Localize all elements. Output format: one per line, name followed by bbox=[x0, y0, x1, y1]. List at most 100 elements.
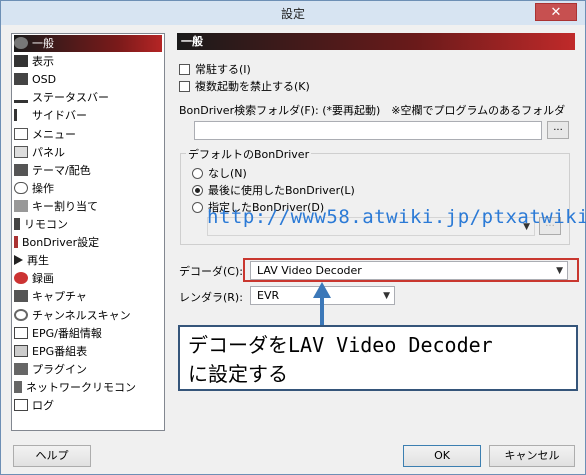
sidebar-item[interactable]: EPG/番組情報 bbox=[14, 325, 102, 342]
record-icon bbox=[14, 272, 28, 285]
resident-checkbox[interactable]: 常駐する(I) bbox=[179, 61, 251, 77]
gear-icon bbox=[14, 37, 28, 49]
sidebar-item[interactable]: パネル bbox=[14, 144, 65, 161]
osd-icon bbox=[14, 73, 28, 86]
radio-last-label: 最後に使用したBonDriver(L) bbox=[208, 184, 355, 197]
sidebar-item-label: 一般 bbox=[32, 37, 54, 50]
sidebar-item-label: EPG番組表 bbox=[32, 344, 88, 358]
radio-none-label: なし(N) bbox=[208, 167, 247, 180]
title-bar: 設定 ✕ bbox=[1, 1, 585, 25]
plugin-icon bbox=[14, 362, 28, 375]
sidebar-item[interactable]: 録画 bbox=[14, 270, 54, 287]
decoder-highlight-box bbox=[243, 258, 579, 282]
annotation-callout: デコーダをLAV Video Decoder に設定する bbox=[178, 325, 578, 391]
network-remote-icon bbox=[14, 380, 22, 393]
log-icon bbox=[14, 399, 28, 411]
sidebar-item[interactable]: キャプチャ bbox=[14, 288, 87, 305]
epg-icon bbox=[14, 326, 28, 339]
sidebar-item-label: サイドバー bbox=[32, 109, 87, 123]
radio-circle[interactable] bbox=[192, 201, 203, 213]
sidebar-item[interactable]: テーマ/配色 bbox=[14, 162, 91, 179]
prevent-multiple-label: 複数起動を禁止する(K) bbox=[195, 80, 310, 93]
menu-icon bbox=[14, 127, 28, 140]
bondriver-folder-label: BonDriver検索フォルダ(F): (*要再起動) ※空欄でプログラムのある… bbox=[179, 104, 566, 117]
statusbar-icon bbox=[14, 91, 28, 104]
cancel-button[interactable]: キャンセル bbox=[489, 445, 575, 467]
sidebar-item-label: 録画 bbox=[32, 272, 54, 286]
chevron-down-icon: ▼ bbox=[383, 291, 390, 301]
sidebar-item[interactable]: OSD bbox=[14, 71, 56, 88]
radio-circle-selected[interactable] bbox=[192, 184, 203, 196]
bondriver-folder-browse-button[interactable]: ... bbox=[547, 121, 569, 139]
sidebar-item-label: 表示 bbox=[32, 55, 54, 69]
arrow-shaft bbox=[320, 297, 324, 327]
resident-checkbox-label: 常駐する(I) bbox=[195, 63, 251, 76]
sidebar-item[interactable]: 一般 bbox=[14, 35, 162, 52]
sidebar-item-label: ログ bbox=[32, 399, 54, 412]
scan-icon bbox=[14, 308, 28, 321]
sidebar-item[interactable]: リモコン bbox=[14, 216, 68, 233]
sidebar-icon bbox=[14, 109, 28, 122]
sidebar-item[interactable]: 操作 bbox=[14, 180, 54, 197]
checkbox-box[interactable] bbox=[179, 63, 190, 75]
close-button[interactable]: ✕ bbox=[535, 3, 577, 21]
keyboard-icon bbox=[14, 199, 28, 212]
sidebar-item-label: 再生 bbox=[27, 254, 49, 268]
default-bondriver-group-title: デフォルトのBonDriver bbox=[186, 146, 312, 162]
sidebar-item[interactable]: チャンネルスキャン bbox=[14, 307, 131, 324]
sidebar-item-label: 操作 bbox=[32, 181, 54, 195]
callout-line-2: に設定する bbox=[188, 362, 288, 386]
radio-none[interactable]: なし(N) bbox=[192, 165, 247, 181]
watermark-url: http://www58.atwiki.jp/ptxatwiki bbox=[207, 206, 586, 228]
help-button[interactable]: ヘルプ bbox=[13, 445, 91, 467]
theme-icon bbox=[14, 163, 28, 176]
display-icon bbox=[14, 55, 28, 68]
sidebar-item-label: プラグイン bbox=[32, 362, 87, 376]
sidebar-item[interactable]: EPG番組表 bbox=[14, 343, 87, 360]
sidebar-item[interactable]: 再生 bbox=[14, 252, 49, 269]
settings-category-list[interactable]: 一般表示 OSD ステータスバー サイドバーメニューパネルテーマ/配色 操作キー割り当て… bbox=[11, 33, 165, 431]
epg-table-icon bbox=[14, 344, 28, 357]
sidebar-item[interactable]: プラグイン bbox=[14, 361, 87, 378]
prevent-multiple-instances-checkbox[interactable]: 複数起動を禁止する(K) bbox=[179, 78, 310, 94]
sidebar-item-label: チャンネルスキャン bbox=[32, 308, 131, 322]
settings-window: 設定 ✕ 一般表示 OSD ステータスバー サイドバーメニューパネルテーマ/配色 操作キ… bbox=[0, 0, 586, 475]
sidebar-item-label: リモコン bbox=[24, 218, 68, 231]
ok-button[interactable]: OK bbox=[403, 445, 481, 467]
renderer-select-value: EVR bbox=[257, 289, 280, 302]
decoder-label: デコーダ(C): bbox=[179, 265, 243, 278]
sidebar-item-label: OSD bbox=[32, 73, 57, 87]
bondriver-folder-input[interactable] bbox=[194, 121, 542, 140]
radio-last-used[interactable]: 最後に使用したBonDriver(L) bbox=[192, 182, 355, 198]
sidebar-item-label: キャプチャ bbox=[32, 290, 87, 304]
sidebar-item[interactable]: サイドバー bbox=[14, 107, 87, 124]
sidebar-item-label: ネットワークリモコン bbox=[26, 380, 136, 394]
radio-circle[interactable] bbox=[192, 167, 203, 179]
bondriver-icon bbox=[14, 236, 18, 249]
panel-header: 一般 bbox=[177, 33, 575, 50]
sidebar-item-label: メニュー bbox=[32, 127, 76, 141]
callout-line-1: デコーダをLAV Video Decoder bbox=[188, 333, 493, 357]
sidebar-item[interactable]: 表示 bbox=[14, 53, 54, 70]
sidebar-item[interactable]: キー割り当て bbox=[14, 198, 98, 215]
panel-icon bbox=[14, 145, 28, 158]
sidebar-item[interactable]: ステータスバー bbox=[14, 89, 109, 106]
sidebar-item-label: パネル bbox=[32, 145, 65, 159]
arrow-up-icon bbox=[313, 282, 331, 298]
camera-icon bbox=[14, 290, 28, 303]
window-title: 設定 bbox=[280, 7, 305, 21]
sidebar-item-label: ステータスバー bbox=[32, 91, 109, 105]
play-icon bbox=[14, 255, 23, 266]
sidebar-item[interactable]: BonDriver設定 bbox=[14, 234, 99, 251]
sidebar-item-label: EPG/番組情報 bbox=[32, 326, 102, 340]
remote-icon bbox=[14, 218, 20, 230]
sidebar-item[interactable]: ネットワークリモコン bbox=[14, 379, 136, 396]
sidebar-item[interactable]: ログ bbox=[14, 397, 54, 414]
sidebar-item-label: キー割り当て bbox=[32, 199, 98, 213]
checkbox-box[interactable] bbox=[179, 80, 190, 92]
mouse-icon bbox=[14, 181, 28, 194]
renderer-label: レンダラ(R): bbox=[179, 291, 243, 304]
sidebar-item[interactable]: メニュー bbox=[14, 126, 76, 143]
sidebar-item-label: BonDriver設定 bbox=[22, 236, 100, 250]
sidebar-item-label: テーマ/配色 bbox=[32, 163, 91, 177]
